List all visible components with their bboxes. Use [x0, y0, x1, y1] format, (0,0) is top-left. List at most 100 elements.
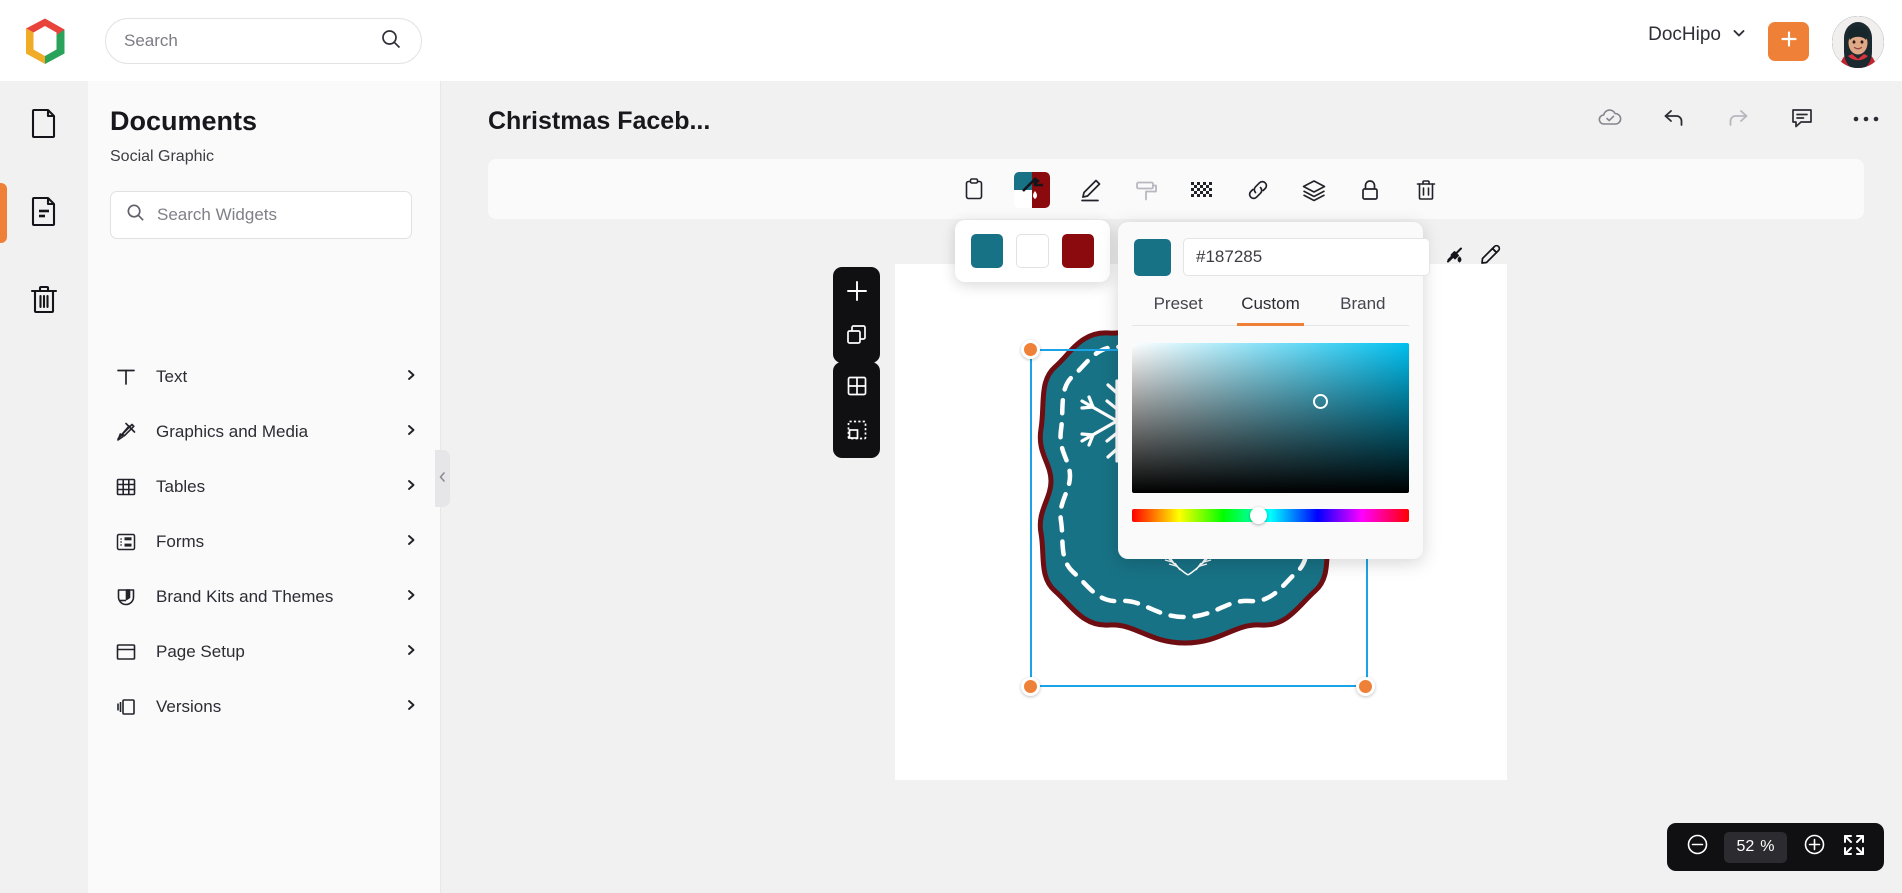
paste-clipboard-button[interactable]	[957, 175, 991, 209]
delete-element-button[interactable]	[1409, 175, 1443, 209]
sidebar-collapse-handle[interactable]	[435, 450, 450, 507]
rail-item-trash[interactable]	[0, 257, 88, 345]
select-area-button[interactable]	[840, 415, 874, 449]
chevron-right-icon	[405, 368, 417, 386]
swatch-teal[interactable]	[971, 234, 1004, 268]
rail-item-blank-document[interactable]	[0, 81, 88, 169]
top-bar: DocHipo	[0, 0, 1902, 81]
document-title[interactable]: Christmas Faceb...	[488, 107, 710, 136]
add-link-button[interactable]	[1241, 175, 1275, 209]
tab-preset[interactable]: Preset	[1132, 294, 1224, 325]
color-fill-button[interactable]	[1013, 171, 1051, 214]
sidebar-item-label: Page Setup	[156, 641, 245, 661]
zoom-in-button[interactable]	[1801, 834, 1827, 860]
recent-swatches-popup	[955, 220, 1110, 282]
sv-selector-handle[interactable]	[1313, 394, 1328, 409]
brand-menu[interactable]: DocHipo	[1648, 24, 1747, 46]
sidebar-item-forms[interactable]: Forms	[88, 514, 441, 569]
sidebar-item-tables[interactable]: Tables	[88, 459, 441, 514]
sidebar-item-versions[interactable]: Versions	[88, 679, 441, 734]
global-search[interactable]	[105, 18, 422, 64]
chevron-down-icon	[1731, 25, 1747, 46]
widgets-sidebar: Documents Social Graphic Text	[88, 81, 441, 893]
redo-button[interactable]	[1724, 106, 1752, 134]
duplicate-icon	[845, 323, 869, 352]
no-color-icon	[1442, 243, 1466, 272]
current-color-chip[interactable]	[1134, 238, 1171, 276]
undo-button[interactable]	[1660, 106, 1688, 134]
sidebar-item-label: Text	[156, 366, 188, 386]
zoom-out-button[interactable]	[1684, 834, 1710, 860]
chevron-right-icon	[405, 423, 417, 441]
swatch-white[interactable]	[1016, 234, 1049, 268]
eyedropper-button[interactable]	[1478, 244, 1502, 270]
hex-color-input[interactable]	[1183, 238, 1430, 276]
plus-icon	[844, 278, 870, 309]
page-title: Documents	[110, 106, 258, 136]
swatch-dark-red[interactable]	[1061, 234, 1094, 268]
fullscreen-icon	[1842, 833, 1866, 862]
transparency-button[interactable]	[1185, 175, 1219, 209]
chevron-right-icon	[405, 588, 417, 606]
chevron-right-icon	[405, 698, 417, 716]
duplicate-page-button[interactable]	[840, 320, 874, 354]
link-icon	[1244, 176, 1272, 209]
hue-slider-handle[interactable]	[1250, 507, 1267, 524]
layers-button[interactable]	[1297, 175, 1331, 209]
hue-slider[interactable]	[1132, 507, 1409, 524]
graphics-media-icon	[114, 420, 138, 444]
chevron-right-icon	[405, 533, 417, 551]
grid-icon	[845, 374, 869, 403]
page-grid-button[interactable]	[840, 371, 874, 405]
selection-handle-bottom-left[interactable]	[1021, 677, 1040, 696]
marquee-select-icon	[845, 418, 869, 447]
lock-icon	[1357, 177, 1383, 208]
saturation-value-area[interactable]	[1132, 343, 1409, 493]
sidebar-item-brand-kits-and-themes[interactable]: Brand Kits and Themes	[88, 569, 441, 624]
lock-button[interactable]	[1353, 175, 1387, 209]
tab-brand[interactable]: Brand	[1317, 294, 1409, 325]
search-widgets-input[interactable]	[157, 205, 397, 225]
comment-icon	[1789, 105, 1815, 136]
color-swatch-icon	[1013, 171, 1051, 214]
editor-actions	[1596, 106, 1880, 134]
dochipo-logo-icon[interactable]	[18, 14, 72, 68]
app-root: DocHipo	[0, 0, 1902, 893]
document-icon	[27, 106, 61, 145]
sidebar-item-graphics-and-media[interactable]: Graphics and Media	[88, 404, 441, 459]
save-status-button[interactable]	[1596, 106, 1624, 134]
page-tools-group-two	[833, 362, 880, 458]
avatar[interactable]	[1832, 16, 1884, 68]
chevron-left-icon	[438, 470, 447, 488]
selection-handle-bottom-right[interactable]	[1356, 677, 1375, 696]
search-input[interactable]	[124, 31, 379, 51]
widget-category-list: Text Graphics and Media Tables Forms Bra…	[88, 349, 441, 734]
add-page-button[interactable]	[840, 276, 874, 310]
zoom-in-icon	[1802, 832, 1827, 862]
no-color-button[interactable]	[1442, 244, 1466, 270]
versions-layers-icon	[114, 695, 138, 719]
create-new-button[interactable]	[1768, 22, 1809, 61]
chevron-right-icon	[405, 643, 417, 661]
element-toolbar	[957, 168, 1443, 216]
widget-search[interactable]	[110, 191, 412, 239]
tab-custom[interactable]: Custom	[1224, 294, 1316, 326]
comments-button[interactable]	[1788, 106, 1816, 134]
search-icon	[125, 202, 146, 228]
zoom-level[interactable]: 52 %	[1724, 831, 1787, 863]
zoom-out-icon	[1685, 832, 1710, 862]
selection-handle-top-left[interactable]	[1021, 340, 1040, 359]
edit-pencil-button[interactable]	[1073, 175, 1107, 209]
more-options-button[interactable]	[1852, 106, 1880, 134]
sidebar-item-page-setup[interactable]: Page Setup	[88, 624, 441, 679]
page-tools-group-one	[833, 267, 880, 363]
rail-item-my-documents[interactable]	[0, 169, 88, 257]
search-icon	[379, 27, 403, 56]
paint-roller-button[interactable]	[1129, 175, 1163, 209]
trash-icon	[27, 282, 61, 321]
document-lines-icon	[27, 194, 61, 233]
fullscreen-button[interactable]	[1841, 834, 1867, 860]
sidebar-item-text[interactable]: Text	[88, 349, 441, 404]
zoom-value: 52	[1736, 838, 1755, 855]
pencil-icon	[1076, 176, 1104, 209]
